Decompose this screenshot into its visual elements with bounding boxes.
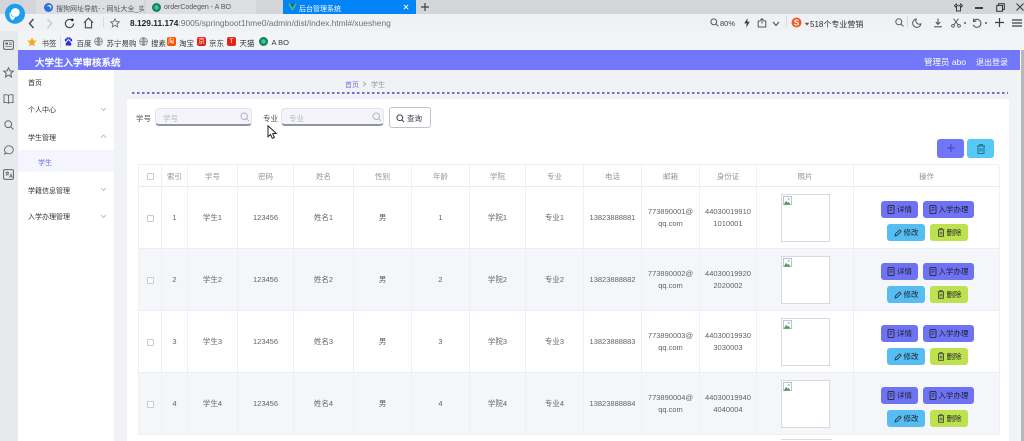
svg-text:S: S	[794, 19, 800, 28]
